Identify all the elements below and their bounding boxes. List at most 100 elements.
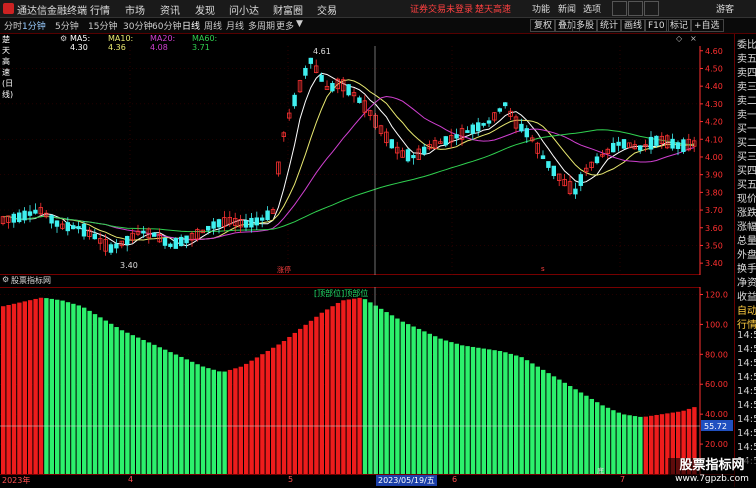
- chart-expand-icon[interactable]: ◇: [676, 34, 682, 43]
- indicator-bar: [524, 360, 530, 474]
- indicator-bar: [362, 299, 368, 474]
- candle-body: [616, 141, 621, 146]
- tool-button[interactable]: 统计: [596, 19, 623, 32]
- candle-body: [594, 156, 600, 164]
- panel-label: 14:5: [737, 358, 756, 369]
- indicator-bar: [33, 298, 38, 474]
- panel-label: 14:5: [737, 344, 756, 355]
- menu-function[interactable]: 功能: [532, 2, 550, 15]
- indicator-bar: [427, 333, 432, 474]
- period-tab[interactable]: 更多: [276, 19, 294, 32]
- window-close-icon[interactable]: [644, 1, 659, 16]
- period-tab[interactable]: 月线: [226, 19, 244, 32]
- indicator-bar: [65, 302, 71, 474]
- candle-body: [168, 243, 173, 247]
- candlestick-chart[interactable]: 4.60 4.50 4.40 4.30 4.20 4.10 4.00 3.90 3.80 3.70…: [0, 46, 734, 275]
- indicator-bar: [163, 349, 168, 474]
- indicator-bar: [217, 371, 222, 474]
- indicator-bar: [109, 323, 114, 474]
- menu-discover[interactable]: 发现: [195, 2, 215, 17]
- candle-body: [65, 222, 70, 232]
- indicator-bar-chart[interactable]: 120.0 100.0 80.00 60.00 40.00 20.00 55.72 底: [0, 287, 734, 474]
- candle-body: [259, 217, 265, 221]
- chart-close-icon[interactable]: ×: [690, 34, 697, 43]
- login-notice[interactable]: 证券交易未登录: [410, 2, 473, 15]
- period-tab[interactable]: 30分钟: [123, 19, 152, 32]
- window-minimize-icon[interactable]: [612, 1, 627, 16]
- stock-notice[interactable]: 楚天高速: [475, 2, 511, 15]
- indicator-bar: [611, 410, 616, 474]
- price-tick-label: 3.70: [705, 206, 723, 215]
- indicator-bar: [157, 347, 162, 474]
- menu-trade[interactable]: 交易: [317, 2, 337, 17]
- period-tab[interactable]: 60分钟: [152, 19, 181, 32]
- candle-body: [92, 233, 97, 240]
- indicator-settings-icon[interactable]: ⚙: [2, 275, 9, 284]
- menu-options[interactable]: 选项: [583, 2, 601, 15]
- tool-button[interactable]: 多股: [572, 19, 599, 32]
- indicator-bar: [541, 369, 546, 474]
- period-tab[interactable]: 5分钟: [55, 19, 79, 32]
- tool-button[interactable]: 标记: [666, 19, 693, 32]
- candle-body: [481, 123, 486, 126]
- tool-button[interactable]: F10: [644, 19, 669, 32]
- indicator-bar: [470, 346, 476, 474]
- date-label: 4: [128, 475, 134, 484]
- menu-market[interactable]: 市场: [125, 2, 145, 17]
- tool-button[interactable]: 画线: [620, 19, 647, 32]
- candle-body: [151, 232, 157, 237]
- panel-label: 14:5: [737, 428, 756, 439]
- candle-body: [357, 97, 362, 103]
- indicator-header: ⚙ 股票指标网: [0, 275, 700, 287]
- candle-body: [303, 67, 308, 76]
- guest-label[interactable]: 游客: [716, 2, 734, 15]
- indicator-bar: [341, 300, 346, 474]
- indicator-bar: [265, 350, 270, 474]
- more-dropdown-icon[interactable]: ▼: [296, 19, 303, 29]
- menu-newsfeed[interactable]: 新闻: [558, 2, 576, 15]
- panel-label: 行情: [737, 320, 756, 331]
- period-tab[interactable]: 分时: [4, 19, 22, 32]
- period-tab[interactable]: 1分钟: [22, 19, 46, 32]
- tool-button[interactable]: +自选: [690, 19, 724, 32]
- indicator-bar: [497, 350, 503, 474]
- period-tab[interactable]: 15分钟: [88, 19, 117, 32]
- menu-news[interactable]: 资讯: [160, 2, 180, 17]
- date-label: 5: [288, 475, 294, 484]
- price-tick-label: 3.50: [705, 241, 723, 250]
- panel-label: 委比: [737, 40, 756, 51]
- candle-body: [454, 134, 459, 139]
- period-tab[interactable]: 多周期: [248, 19, 275, 32]
- settings-gear-icon[interactable]: ⚙: [60, 34, 67, 43]
- tool-button[interactable]: 复权: [530, 19, 557, 32]
- indicator-bar: [195, 364, 200, 474]
- indicator-bar: [335, 302, 341, 474]
- indicator-bar: [276, 344, 281, 474]
- indicator-bar: [600, 405, 605, 474]
- period-tab-selected[interactable]: 日线: [182, 19, 200, 32]
- price-tick-label: 4.30: [705, 100, 723, 109]
- indicator-bar: [395, 318, 400, 474]
- window-maximize-icon[interactable]: [628, 1, 643, 16]
- menu-ask[interactable]: 问小达: [229, 2, 259, 17]
- candle-body: [254, 217, 259, 226]
- candle-body: [49, 215, 54, 224]
- candle-body: [654, 135, 659, 146]
- menu-wealth[interactable]: 财富圈: [273, 2, 303, 17]
- menu-quotes[interactable]: 行情: [90, 2, 110, 17]
- indicator-bar: [406, 324, 411, 474]
- candle-body: [243, 220, 249, 228]
- watermark: 股票指标网 www.7gpzb.com: [668, 458, 756, 487]
- panel-label: 14:5: [737, 386, 756, 397]
- candle-body: [178, 236, 184, 247]
- candle-body: [11, 213, 16, 223]
- period-tab[interactable]: 周线: [204, 19, 222, 32]
- sub-tick-label: 60.00: [705, 380, 728, 389]
- indicator-bar: [352, 298, 357, 474]
- indicator-bar: [168, 352, 173, 474]
- candle-body: [54, 220, 60, 227]
- candle-body: [319, 74, 324, 82]
- indicator-bar: [152, 344, 157, 474]
- indicator-bar: [146, 342, 152, 474]
- indicator-bar: [238, 366, 243, 474]
